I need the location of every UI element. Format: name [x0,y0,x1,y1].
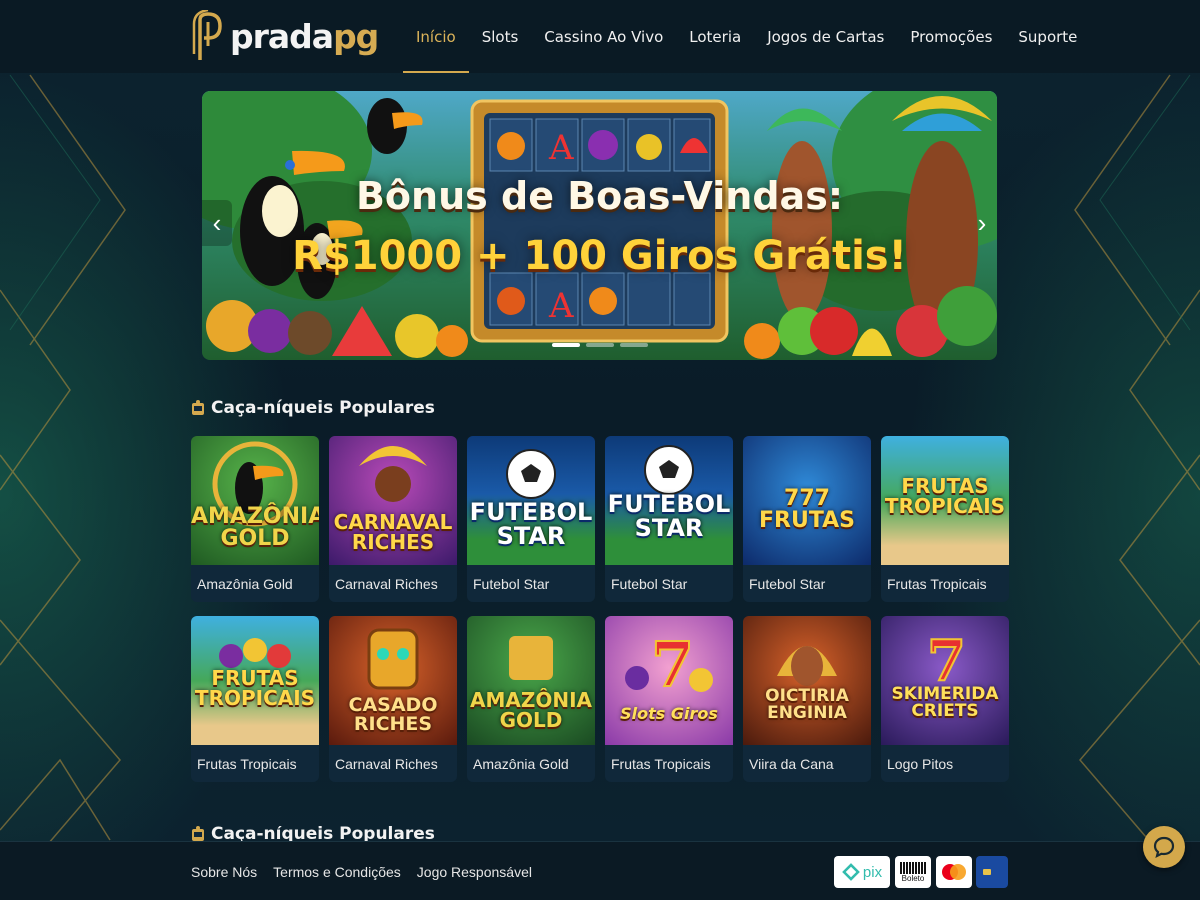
nav-item-jogos-de-cartas[interactable]: Jogos de Cartas [754,0,897,73]
footer-links: Sobre Nós Termos e Condições Jogo Respon… [191,864,532,880]
pharaoh-art [777,646,837,686]
game-card[interactable]: 7 SKIMERIDA CRIETS Logo Pitos [881,616,1009,782]
chevron-left-icon[interactable]: ‹ [202,200,232,246]
game-card[interactable]: CASADO RICHES Carnaval Riches [329,616,457,782]
svg-text:A: A [548,128,574,168]
games-row-1: AMAZÔNIA GOLD Amazônia Gold CARNAVAL RIC… [191,436,1009,602]
pix-diamond-icon [842,863,860,881]
mastercard-icon [942,864,966,880]
game-name: Amazônia Gold [473,755,569,772]
chevron-right-icon[interactable]: › [967,200,997,246]
carousel-dot-1[interactable] [552,343,580,347]
game-thumbnail: 777 FRUTAS [743,436,871,565]
mastercard-logo [936,856,972,888]
barcode-icon [900,861,926,874]
game-card[interactable]: FRUTAS TROPICAIS Frutas Tropicais [881,436,1009,602]
game-card[interactable]: FRUTAS TROPICAIS Frutas Tropicais [191,616,319,782]
game-thumbnail: CASADO RICHES [329,616,457,745]
banner-title: Bônus de Boas-Vindas: [355,174,844,218]
carousel-dot-3[interactable] [620,343,648,347]
footer-link-jogo-responsavel[interactable]: Jogo Responsável [417,864,532,880]
game-thumbnail: FUTEBOL STAR [605,436,733,565]
game-thumbnail: CARNAVAL RICHES [329,436,457,565]
game-name: Frutas Tropicais [197,755,297,772]
nav-item-suporte[interactable]: Suporte [1005,0,1090,73]
games-row-2: FRUTAS TROPICAIS Frutas Tropicais CASADO… [191,616,1009,782]
game-thumbnail: FRUTAS TROPICAIS [881,436,1009,565]
top-header: pradapg Início Slots Cassino Ao Vivo Lot… [0,0,1200,73]
game-name: Amazônia Gold [197,575,293,592]
game-name: Logo Pitos [887,755,954,772]
logo-text: pradapg [230,16,379,56]
svg-text:A: A [548,286,574,326]
game-name: Frutas Tropicais [887,575,987,592]
game-name: Carnaval Riches [335,755,438,772]
game-card[interactable]: FUTEBOL STAR Futebol Star [467,436,595,602]
game-thumbnail: 7 SKIMERIDA CRIETS [881,616,1009,745]
game-thumbnail: 7 Slots Giros [605,616,733,745]
game-name: Futebol Star [473,575,550,592]
main-nav: Início Slots Cassino Ao Vivo Loteria Jog… [403,0,1090,73]
section-title-popular-2: Caça-níqueis Populares [191,826,435,841]
nav-item-inicio[interactable]: Início [403,0,469,73]
nav-item-promocoes[interactable]: Promoções [897,0,1005,73]
game-card[interactable]: AMAZÔNIA GOLD Amazônia Gold [467,616,595,782]
game-thumbnail: AMAZÔNIA GOLD [467,616,595,745]
slot-machine-icon [192,826,204,841]
game-card[interactable]: 7 Slots Giros Frutas Tropicais [605,616,733,782]
game-thumbnail: OICTIRIA ENGINIA [743,616,871,745]
game-card[interactable]: AMAZÔNIA GOLD Amazônia Gold [191,436,319,602]
card-chip-icon [983,869,991,875]
lucky-seven-art: 7 [625,627,713,702]
footer-link-sobre-nos[interactable]: Sobre Nós [191,864,257,880]
game-card[interactable]: OICTIRIA ENGINIA Viira da Cana [743,616,871,782]
nav-item-cassino-ao-vivo[interactable]: Cassino Ao Vivo [531,0,676,73]
section-title-popular: Caça-níqueis Populares [191,398,435,418]
nav-item-slots[interactable]: Slots [469,0,532,73]
footer-link-termos[interactable]: Termos e Condições [273,864,401,880]
game-name: Futebol Star [611,575,688,592]
logo[interactable]: pradapg [190,10,379,62]
game-thumbnail: AMAZÔNIA GOLD [191,436,319,565]
game-card[interactable]: FUTEBOL STAR Futebol Star [605,436,733,602]
game-name: Futebol Star [749,575,826,592]
game-card[interactable]: 777 FRUTAS Futebol Star [743,436,871,602]
carousel-dots [552,343,648,347]
pix-logo: pix [834,856,890,888]
card-logo [976,856,1008,888]
carousel-dot-2[interactable] [586,343,614,347]
game-card[interactable]: CARNAVAL RICHES Carnaval Riches [329,436,457,602]
banner-subtitle: R$1000 + 100 Giros Grátis! [292,233,907,279]
chat-icon-glyph [1153,836,1175,859]
banner-jungle-illustration: A A [202,91,997,359]
game-thumbnail: FUTEBOL STAR [467,436,595,565]
boleto-logo: Boleto [895,856,931,888]
game-name: Carnaval Riches [335,575,438,592]
promo-banner[interactable]: A A Bônus de Boas-Vindas: R$1000 + 100 G… [202,91,997,360]
footer: Sobre Nós Termos e Condições Jogo Respon… [0,841,1200,900]
game-thumbnail: FRUTAS TROPICAIS [191,616,319,745]
game-name: Frutas Tropicais [611,755,711,772]
game-name: Viira da Cana [749,755,834,772]
chat-bubble-icon[interactable] [1143,826,1185,868]
svg-text:7: 7 [651,628,694,701]
logo-mark-icon [192,10,222,60]
nav-item-loteria[interactable]: Loteria [676,0,754,73]
seven-slot-art: 7 [926,627,967,695]
slot-machine-icon [192,400,204,415]
